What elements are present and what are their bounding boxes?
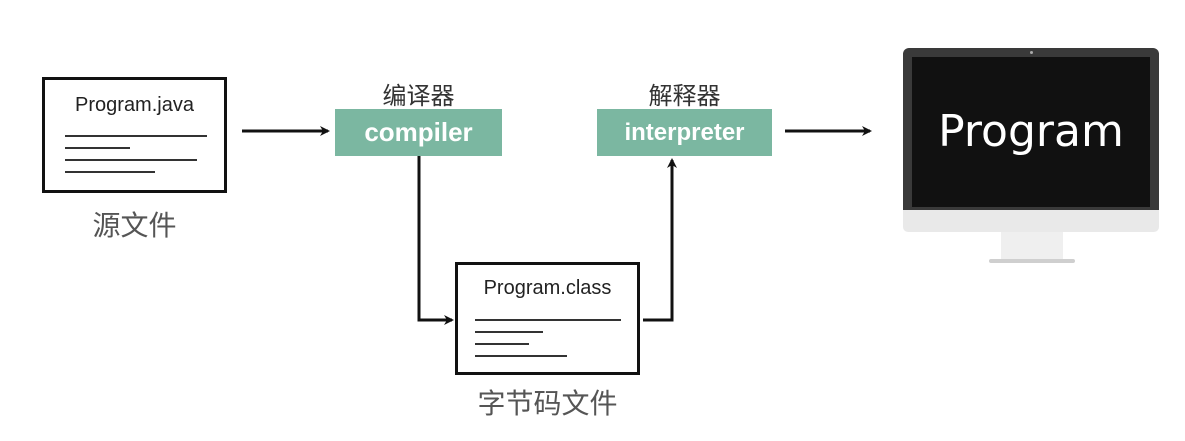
monitor: Program <box>903 48 1159 264</box>
compiler-cn-label: 编译器 <box>382 82 455 110</box>
text-line <box>475 319 621 321</box>
interpreter-en-label: interpreter <box>624 119 745 146</box>
text-line <box>65 171 155 173</box>
monitor-screen: Program <box>912 57 1150 207</box>
bytecode-file-box: Program.class <box>455 262 640 375</box>
camera-dot <box>1030 51 1033 54</box>
interpreter-cn-label: 解释器 <box>648 82 721 110</box>
monitor-neck <box>1001 232 1063 259</box>
text-line <box>475 331 543 333</box>
monitor-chin <box>903 210 1159 232</box>
source-file-box: Program.java <box>42 77 227 193</box>
text-line <box>475 343 529 345</box>
text-line <box>65 159 197 161</box>
arrow-compiler-to-bytecode <box>417 156 454 325</box>
interpreter-badge: interpreter <box>597 109 772 156</box>
compiler-badge: compiler <box>335 109 502 156</box>
text-line <box>65 135 207 137</box>
arrow-bytecode-to-interpreter <box>643 158 677 322</box>
source-filename: Program.java <box>75 94 194 116</box>
text-line <box>475 355 567 357</box>
source-file-caption: 源文件 <box>92 209 177 242</box>
bytecode-file-caption: 字节码文件 <box>477 387 618 420</box>
text-line <box>65 147 130 149</box>
screen-text: Program <box>938 106 1124 157</box>
compiler-en-label: compiler <box>364 117 473 147</box>
bytecode-filename: Program.class <box>483 277 612 299</box>
monitor-base <box>989 259 1075 263</box>
